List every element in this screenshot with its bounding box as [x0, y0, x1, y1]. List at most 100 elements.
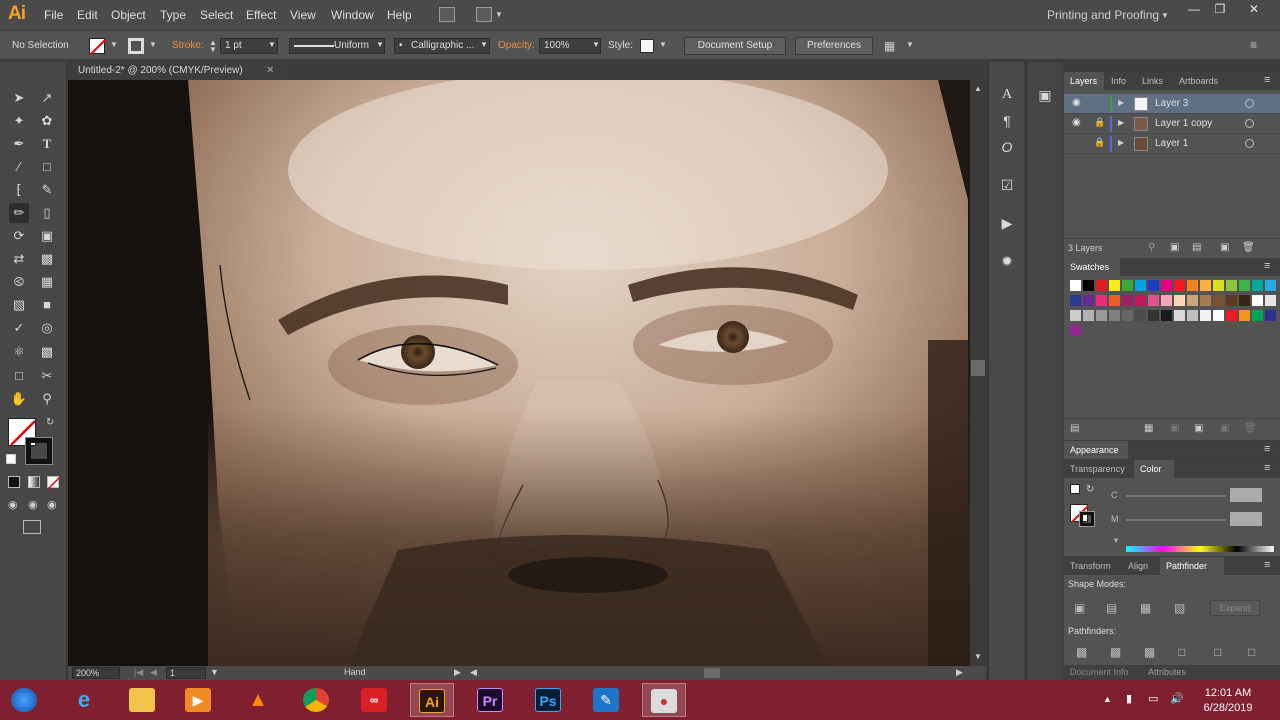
default-colors-icon[interactable] [1070, 484, 1080, 494]
merge-icon[interactable]: ▩ [1144, 645, 1155, 659]
image-trace-panel-icon[interactable]: ☑ [998, 176, 1016, 194]
chevron-down-icon[interactable]: ▼ [1112, 536, 1120, 545]
swap-fill-stroke-icon[interactable]: ↻ [46, 417, 54, 428]
opentype-panel-icon[interactable]: O [998, 138, 1016, 156]
draw-normal-icon[interactable]: ◉ [8, 498, 18, 511]
panel-menu-icon[interactable]: ≡ [1250, 38, 1257, 52]
color-swatch[interactable] [1122, 280, 1133, 291]
color-swatch[interactable] [1239, 295, 1250, 306]
menu-effect[interactable]: Effect [246, 8, 276, 22]
layer-row[interactable]: ◉ ▶ Layer 3 [1064, 94, 1280, 114]
eyedropper-tool-icon[interactable]: ✓ [9, 318, 29, 338]
character-panel-icon[interactable]: A [998, 86, 1016, 104]
menu-help[interactable]: Help [387, 8, 412, 22]
color-swatch[interactable] [1096, 295, 1107, 306]
color-swatch[interactable] [1265, 310, 1276, 321]
status-menu-icon[interactable]: ▶ [454, 667, 461, 678]
minus-back-icon[interactable]: □ [1248, 645, 1255, 659]
color-swatch[interactable] [1187, 310, 1198, 321]
actions-panel-icon[interactable]: ▶ [998, 214, 1016, 232]
chevron-down-icon[interactable]: ▼ [110, 40, 118, 49]
menu-file[interactable]: File [44, 8, 63, 22]
system-clock[interactable]: 12:01 AM 6/28/2019 [1196, 686, 1260, 716]
color-swatch[interactable] [1135, 295, 1146, 306]
stroke-swatch[interactable] [128, 38, 144, 54]
exclude-icon[interactable]: ▧ [1174, 601, 1185, 615]
vertical-scrollbar[interactable]: ▲ ▼ [970, 80, 986, 666]
eraser-tool-icon[interactable]: ▯ [37, 203, 57, 223]
chevron-down-icon[interactable]: ▼ [268, 40, 276, 49]
variable-width-profile[interactable]: Uniform [289, 38, 385, 54]
taskbar-vlc[interactable]: ▲ [236, 683, 280, 717]
swatch-libraries-icon[interactable]: ▤ [1070, 423, 1079, 434]
tab-artboards[interactable]: Artboards [1179, 76, 1218, 86]
none-mode-icon[interactable] [47, 476, 61, 490]
locate-object-icon[interactable]: ⚲ [1148, 242, 1155, 253]
divide-icon[interactable]: ▩ [1076, 645, 1087, 659]
chevron-down-icon[interactable]: ▼ [376, 40, 384, 49]
tab-document-info[interactable]: Document Info [1070, 667, 1129, 677]
draw-behind-icon[interactable]: ◉ [28, 498, 38, 511]
color-swatch[interactable] [1148, 295, 1159, 306]
taskbar-internet-explorer[interactable]: e [62, 683, 106, 717]
workspace-switcher[interactable]: Printing and Proofing [1047, 8, 1159, 22]
chevron-down-icon[interactable]: ▼ [592, 40, 600, 49]
delete-layer-icon[interactable]: 🗑 [1242, 242, 1255, 253]
layer-name[interactable]: Layer 1 copy [1155, 118, 1212, 129]
taskbar-media-player[interactable]: ▶ [176, 683, 220, 717]
outline-icon[interactable]: □ [1214, 645, 1221, 659]
color-swatch[interactable] [1109, 280, 1120, 291]
layer-comps-icon[interactable]: ▣ [1036, 86, 1054, 104]
new-swatch-icon[interactable]: ▣ [1220, 423, 1229, 434]
type-tool-icon[interactable]: T [37, 134, 57, 154]
stepper-icon[interactable]: ▲ ▼ [209, 39, 217, 54]
panel-menu-icon[interactable]: ≡ [1264, 443, 1270, 455]
chevron-down-icon[interactable]: ▼ [1161, 11, 1169, 20]
color-swatch[interactable] [1200, 280, 1211, 291]
menu-edit[interactable]: Edit [77, 8, 98, 22]
horizontal-scroll-thumb[interactable] [704, 668, 720, 678]
minus-front-icon[interactable]: ▤ [1106, 601, 1117, 615]
symbols-panel-icon[interactable]: ✹ [998, 252, 1016, 270]
color-swatch[interactable] [1109, 295, 1120, 306]
color-swatch[interactable] [1200, 295, 1211, 306]
gradient-mode-icon[interactable] [28, 476, 40, 488]
new-sublayer-icon[interactable]: ▤ [1192, 242, 1201, 253]
zoom-field[interactable]: 200% [72, 667, 120, 679]
color-swatch[interactable] [1213, 310, 1224, 321]
color-swatch[interactable] [1265, 295, 1276, 306]
slice-tool-icon[interactable]: ✂ [37, 366, 57, 386]
swap-colors-icon[interactable]: ↻ [1086, 484, 1094, 495]
magic-wand-tool-icon[interactable]: ✦ [9, 111, 29, 131]
taskbar-photoshop[interactable]: Ps [526, 683, 570, 717]
document-setup-button[interactable]: Document Setup [684, 37, 786, 55]
tab-transform[interactable]: Transform [1070, 561, 1111, 571]
chevron-down-icon[interactable]: ▼ [906, 40, 914, 49]
shape-builder-tool-icon[interactable]: ⧀ [9, 272, 29, 292]
rotate-tool-icon[interactable]: ⟳ [9, 226, 29, 246]
target-icon[interactable] [1245, 99, 1254, 108]
taskbar-recorder[interactable]: ● [642, 683, 686, 717]
color-swatch[interactable] [1200, 310, 1211, 321]
new-color-group-icon[interactable]: ▣ [1194, 423, 1203, 434]
battery-icon[interactable]: ▭ [1148, 692, 1158, 705]
artboard-field[interactable]: 1 [166, 667, 206, 679]
lock-icon[interactable]: 🔒 [1094, 137, 1105, 148]
color-swatch[interactable] [1083, 295, 1094, 306]
tab-layers[interactable]: Layers [1070, 76, 1097, 86]
arrange-documents-icon[interactable] [476, 7, 492, 22]
default-fill-stroke-icon[interactable] [6, 454, 16, 464]
chevron-down-icon[interactable]: ▼ [659, 40, 667, 49]
color-swatch[interactable] [1122, 310, 1133, 321]
expand-arrow-icon[interactable]: ▶ [1118, 98, 1124, 107]
expand-arrow-icon[interactable]: ▶ [1118, 118, 1124, 127]
artboard-tool-icon[interactable]: □ [9, 366, 29, 386]
eye-icon[interactable]: ◉ [1072, 117, 1081, 128]
bridge-icon[interactable] [439, 7, 455, 22]
lasso-tool-icon[interactable]: ✿ [37, 111, 57, 131]
unite-icon[interactable]: ▣ [1074, 601, 1085, 615]
direct-selection-tool-icon[interactable]: ↗ [37, 88, 57, 108]
layer-row[interactable]: 🔒 ▶ Layer 1 [1064, 134, 1280, 154]
tab-attributes[interactable]: Attributes [1148, 667, 1186, 677]
preferences-button[interactable]: Preferences [795, 37, 873, 55]
